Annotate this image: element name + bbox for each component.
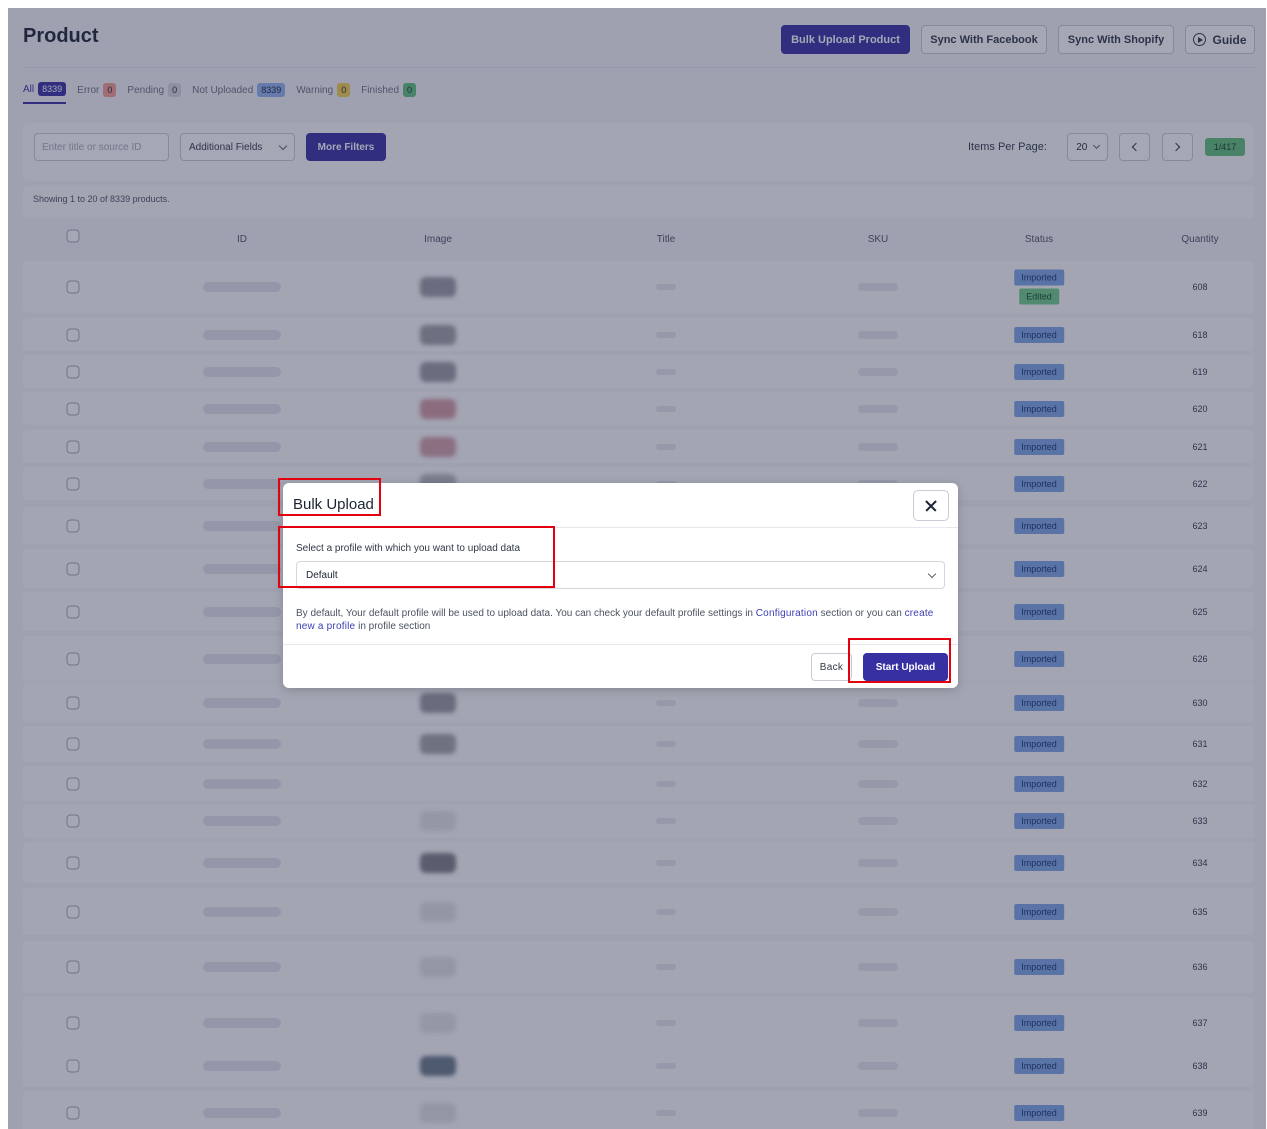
bulk-upload-modal: Bulk Upload Select a profile with which … xyxy=(283,483,958,688)
info-text-part: section or you can xyxy=(817,608,905,619)
info-text-part: in profile section xyxy=(355,621,431,632)
profile-select-value: Default xyxy=(306,569,338,581)
profile-info-text: By default, Your default profile will be… xyxy=(296,607,946,633)
profile-select-label: Select a profile with which you want to … xyxy=(296,543,521,554)
chevron-down-icon xyxy=(927,569,937,578)
close-icon[interactable] xyxy=(913,490,949,521)
configuration-link[interactable]: Configuration xyxy=(756,608,818,619)
profile-select[interactable]: Default xyxy=(296,561,945,589)
back-button[interactable]: Back xyxy=(811,653,852,681)
start-upload-button[interactable]: Start Upload xyxy=(863,653,948,681)
modal-title: Bulk Upload xyxy=(293,496,374,513)
modal-divider xyxy=(283,644,958,645)
app-frame: Product Bulk Upload Product Sync With Fa… xyxy=(8,8,1266,1129)
info-text-part: By default, Your default profile will be… xyxy=(296,608,756,619)
modal-divider xyxy=(283,527,958,528)
